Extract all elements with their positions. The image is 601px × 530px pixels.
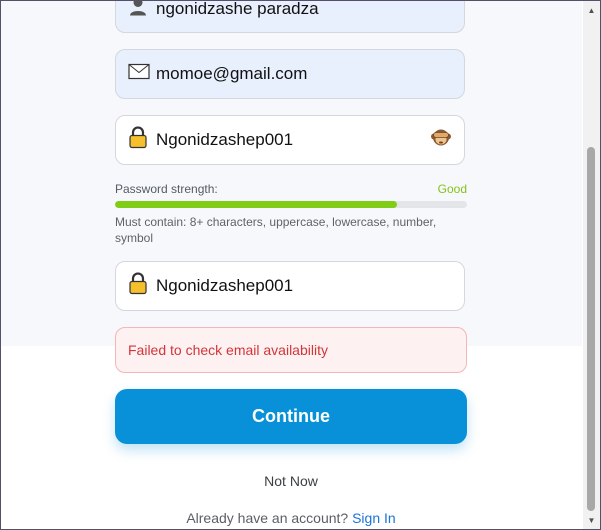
scrollbar-thumb[interactable] — [587, 147, 595, 511]
signin-row: Already have an account? Sign In — [1, 510, 581, 526]
password-strength-bar — [115, 201, 467, 208]
envelope-icon — [128, 63, 150, 85]
password-value: Ngonidzashep001 — [156, 130, 294, 149]
name-value: ngonidzashe paradza — [156, 0, 319, 18]
password-strength-value: Good — [437, 182, 467, 196]
signin-link[interactable]: Sign In — [352, 510, 396, 526]
user-icon — [128, 1, 148, 22]
signin-prompt: Already have an account? — [186, 510, 349, 526]
not-now-link[interactable]: Not Now — [1, 473, 581, 489]
email-value: momoe@gmail.com — [156, 64, 308, 83]
error-alert: Failed to check email availability — [115, 327, 467, 373]
password-strength-label: Password strength: — [115, 182, 218, 196]
confirm-password-field[interactable]: Ngonidzashep001 — [115, 261, 465, 311]
vertical-scrollbar[interactable]: ▲ ▼ — [583, 1, 600, 529]
confirm-password-value: Ngonidzashep001 — [156, 276, 294, 295]
see-no-evil-monkey-icon[interactable] — [430, 127, 452, 154]
scroll-down-arrow-icon[interactable]: ▼ — [583, 513, 600, 527]
password-strength-fill — [115, 201, 397, 208]
password-strength: Password strength: Good — [115, 182, 467, 196]
password-requirements-hint: Must contain: 8+ characters, uppercase, … — [115, 215, 437, 245]
password-field[interactable]: Ngonidzashep001 — [115, 115, 465, 165]
lock-icon — [128, 126, 148, 154]
continue-button[interactable]: Continue — [115, 389, 467, 444]
browser-viewport: ngonidzashe paradza momoe@gmail.com Ngon… — [0, 0, 601, 530]
email-field[interactable]: momoe@gmail.com — [115, 49, 465, 99]
name-field[interactable]: ngonidzashe paradza — [115, 0, 465, 33]
scroll-up-arrow-icon[interactable]: ▲ — [583, 3, 600, 17]
lock-icon — [128, 272, 148, 300]
